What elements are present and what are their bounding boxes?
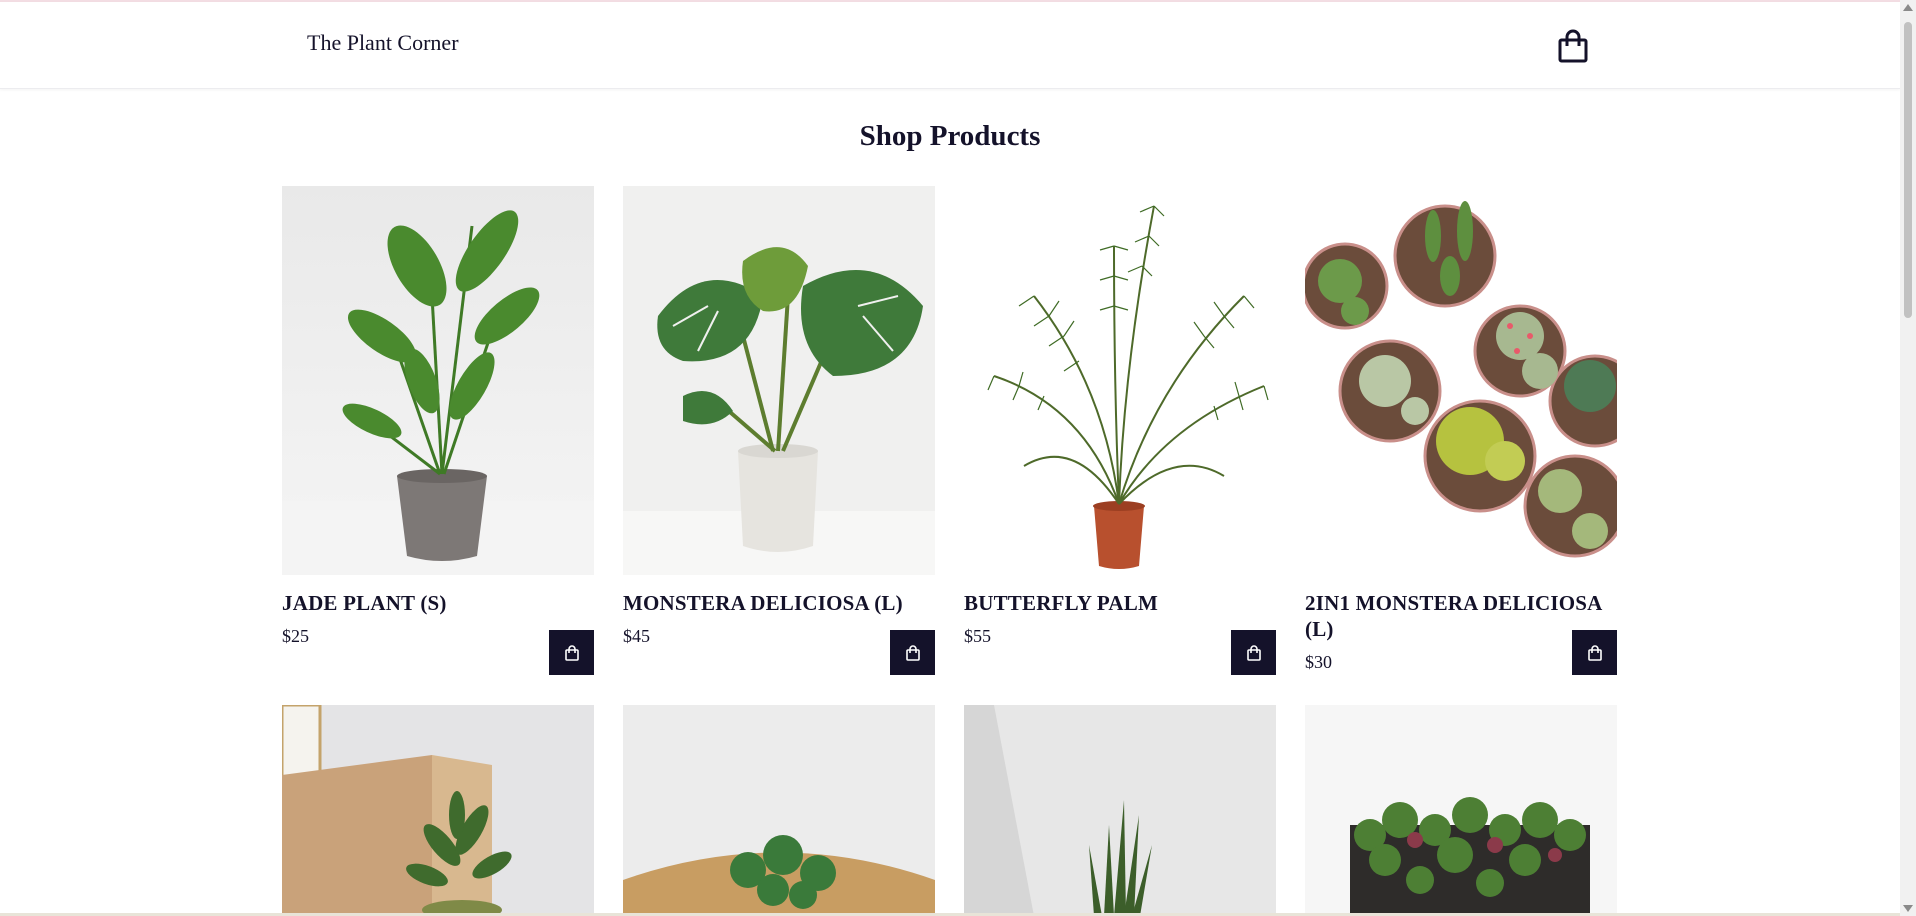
product-name[interactable]: MONSTERA DELICIOSA (L) (623, 590, 935, 616)
add-to-cart-button[interactable] (549, 630, 594, 675)
product-image-plant[interactable] (964, 705, 1276, 916)
add-to-cart-button[interactable] (890, 630, 935, 675)
product-card[interactable] (1305, 705, 1617, 916)
product-price: $55 (964, 626, 991, 646)
brand-logo[interactable]: The Plant Corner (307, 30, 459, 56)
product-name[interactable]: BUTTERFLY PALM (964, 590, 1276, 616)
scroll-down-arrow-icon[interactable] (1903, 905, 1913, 912)
product-card[interactable]: JADE PLANT (S) $25 (282, 186, 594, 675)
product-price: $30 (1305, 652, 1332, 672)
add-to-cart-button[interactable] (1572, 630, 1617, 675)
add-to-cart-button[interactable] (1231, 630, 1276, 675)
product-card[interactable]: MONSTERA DELICIOSA (L) $45 (623, 186, 935, 675)
product-name[interactable]: 2IN1 MONSTERA DELICIOSA (L) (1305, 590, 1617, 642)
vertical-scrollbar[interactable] (1900, 0, 1916, 916)
product-card[interactable] (282, 705, 594, 916)
product-image-butterfly-palm[interactable] (964, 186, 1276, 575)
product-image-plant[interactable] (282, 705, 594, 916)
shopping-bag-icon (1558, 29, 1588, 63)
shopping-bag-icon (1246, 644, 1261, 661)
product-image-bird-of-paradise[interactable] (282, 186, 594, 575)
product-price: $25 (282, 626, 309, 646)
product-image-cacti[interactable] (1305, 186, 1617, 575)
product-price: $45 (623, 626, 650, 646)
product-name[interactable]: JADE PLANT (S) (282, 590, 594, 616)
site-header: The Plant Corner (0, 2, 1900, 89)
product-card[interactable] (964, 705, 1276, 916)
product-card[interactable] (623, 705, 935, 916)
shopping-bag-icon (1587, 644, 1602, 661)
product-card[interactable]: 2IN1 MONSTERA DELICIOSA (L) $30 (1305, 186, 1617, 675)
shopping-bag-icon (564, 644, 579, 661)
cart-button[interactable] (1557, 29, 1589, 63)
shopping-bag-icon (905, 644, 920, 661)
scroll-up-arrow-icon[interactable] (1903, 4, 1913, 11)
page-title: Shop Products (859, 120, 1041, 152)
product-card[interactable]: BUTTERFLY PALM $55 (964, 186, 1276, 675)
product-image-plant[interactable] (1305, 705, 1617, 916)
product-image-monstera[interactable] (623, 186, 935, 575)
scrollbar-thumb[interactable] (1904, 22, 1912, 318)
product-image-plant[interactable] (623, 705, 935, 916)
